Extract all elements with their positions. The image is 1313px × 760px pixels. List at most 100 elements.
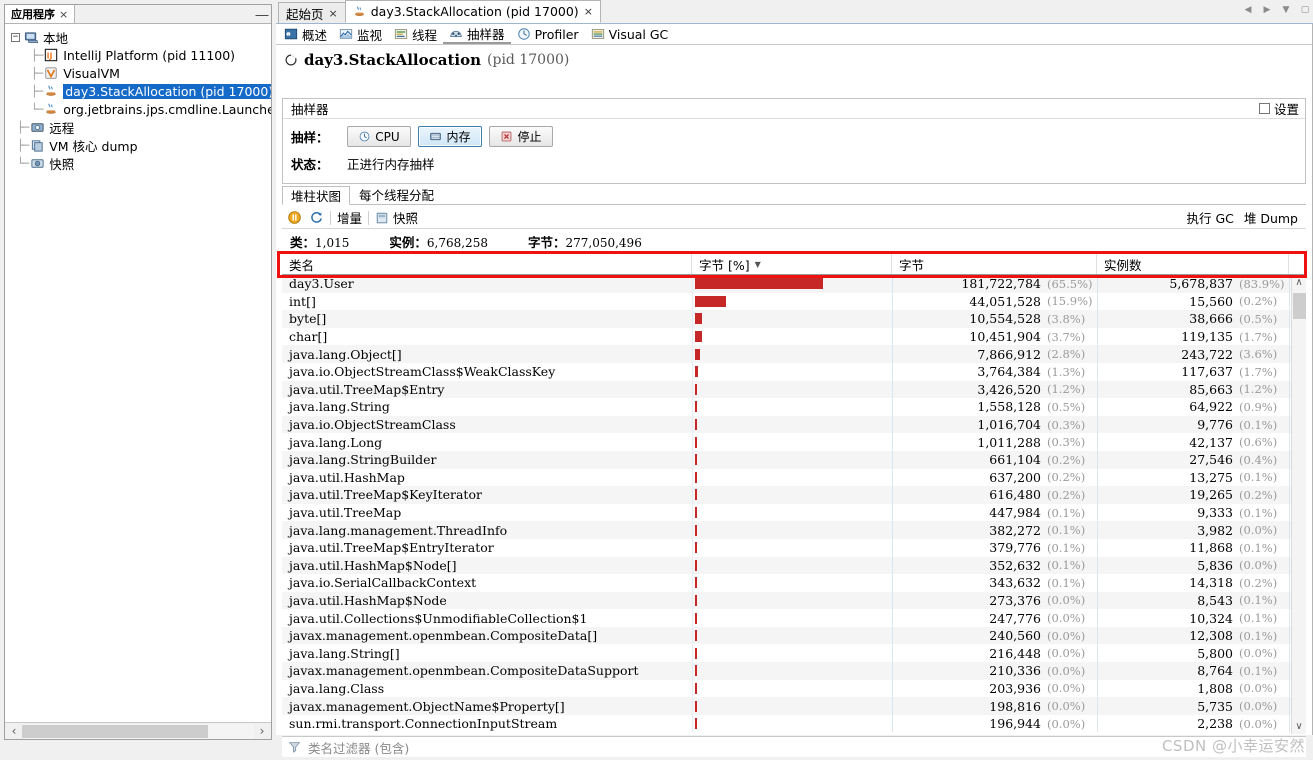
close-icon[interactable]: ×: [584, 5, 593, 18]
scrollbar-track[interactable]: [1292, 290, 1307, 719]
table-row[interactable]: java.util.HashMap$Node 273,376 (0.0%) 8,543…: [282, 591, 1291, 610]
tab-threads[interactable]: 线程: [388, 24, 443, 44]
table-row[interactable]: java.lang.management.ThreadInfo 382,272 (0…: [282, 521, 1291, 539]
delta-button[interactable]: 增量: [337, 208, 362, 227]
snapshot-button[interactable]: 快照: [375, 208, 418, 227]
table-row[interactable]: java.lang.String[] 216,448 (0.0%) 5,800 (0.0…: [282, 644, 1291, 663]
table-row[interactable]: java.lang.Object[] 7,866,912 (2.8%) 243,722…: [282, 345, 1291, 363]
sampler-panel: 抽样器 设置 抽样： CPU 内存 停止 状态： 正进行内存抽样: [282, 98, 1306, 184]
column-header-bytes[interactable]: 字节: [892, 254, 1097, 274]
cell-bytes-value: 273,376: [989, 592, 1041, 608]
tree-node-remote[interactable]: ├─ 远程: [5, 118, 271, 136]
table-row[interactable]: java.util.TreeMap 447,984 (0.1%) 9,333 (0.1%…: [282, 503, 1291, 522]
java-icon: [43, 101, 59, 117]
tab-sampler[interactable]: 抽样器: [443, 24, 511, 44]
tree-node-stackallocation[interactable]: ├─ day3.StackAllocation (pid 17000): [5, 82, 271, 100]
column-header-classname[interactable]: 类名: [282, 254, 692, 274]
tree-node-intellij[interactable]: ├─ IJ IntelliJ Platform (pid 11100): [5, 46, 271, 64]
scrollbar-thumb[interactable]: [22, 724, 208, 738]
table-row[interactable]: char[] 10,451,904 (3.7%) 119,135 (1.7%): [282, 327, 1291, 346]
prev-tab-icon[interactable]: ◀: [1242, 3, 1254, 17]
table-row[interactable]: java.util.TreeMap$EntryIterator 379,776 (0…: [282, 538, 1291, 557]
table-row[interactable]: javax.management.openmbean.CompositeData…: [282, 662, 1291, 680]
table-row[interactable]: java.io.ObjectStreamClass 1,016,704 (0.3%)…: [282, 415, 1291, 434]
table-row[interactable]: javax.management.openmbean.CompositeData…: [282, 626, 1291, 645]
tab-per-thread-allocation[interactable]: 每个线程分配: [350, 185, 443, 204]
tree-node-coredump[interactable]: ├─ VM 核心 dump: [5, 136, 271, 154]
scroll-right-icon[interactable]: ›: [254, 724, 270, 739]
pause-icon[interactable]: [286, 210, 302, 226]
table-row[interactable]: java.lang.StringBuilder 661,104 (0.2%) 27,5…: [282, 450, 1291, 469]
scrollbar-thumb[interactable]: [1292, 293, 1306, 319]
table-row[interactable]: int[] 44,051,528 (15.9%) 15,560 (0.2%): [282, 292, 1291, 311]
doc-tab-stackallocation[interactable]: day3.StackAllocation (pid 17000) ×: [344, 0, 601, 23]
tree-node-launcher[interactable]: └─ org.jetbrains.jps.cmdline.Launcher: [5, 100, 271, 118]
memory-button[interactable]: 内存: [418, 126, 482, 147]
scroll-left-icon[interactable]: ‹: [6, 724, 22, 739]
cell-classname: javax.management.ObjectName$Property[]: [289, 698, 565, 714]
expander-icon[interactable]: −: [11, 32, 20, 42]
applications-horizontal-scrollbar[interactable]: ‹ ›: [5, 722, 271, 739]
tree-node-snapshots[interactable]: └─ 快照: [5, 154, 271, 172]
instances-label: 实例：: [389, 235, 427, 250]
table-row[interactable]: java.lang.String 1,558,128 (0.5%) 64,922 (0.…: [282, 398, 1291, 416]
cell-bytes-percent: (3.8%): [1047, 311, 1086, 326]
table-row[interactable]: java.lang.Class 203,936 (0.0%) 1,808 (0.0%): [282, 679, 1291, 698]
table-row[interactable]: java.io.SerialCallbackContext 343,632 (0.1…: [282, 574, 1291, 592]
next-tab-icon[interactable]: ▶: [1261, 3, 1273, 17]
cell-bytes-value: 661,104: [989, 452, 1041, 468]
visualgc-icon: [591, 27, 605, 41]
tab-threads-label: 线程: [412, 27, 438, 43]
tree-node-visualvm[interactable]: ├─ VisualVM: [5, 64, 271, 82]
tab-visualgc[interactable]: Visual GC: [585, 24, 675, 44]
chevron-down-icon[interactable]: ▼: [1280, 3, 1292, 17]
table-row[interactable]: byte[] 10,554,528 (3.8%) 38,666 (0.5%): [282, 310, 1291, 328]
table-row[interactable]: java.util.HashMap$Node[] 352,632 (0.1%) 5,8…: [282, 556, 1291, 575]
table-row[interactable]: sun.rmi.transport.ConnectionInputStream 1…: [282, 714, 1291, 733]
scroll-down-icon[interactable]: ∨: [1292, 719, 1307, 734]
cell-bytes: 352,632 (0.1%): [892, 556, 1097, 575]
minimize-icon[interactable]: —: [253, 5, 271, 23]
maximize-icon[interactable]: ▢: [1299, 3, 1311, 17]
class-name-filter[interactable]: 类名过滤器 (包含): [282, 736, 1306, 757]
cell-bytes-value: 382,272: [989, 522, 1041, 538]
table-vertical-scrollbar[interactable]: ∧ ∨: [1291, 275, 1306, 734]
table-row[interactable]: day3.User 181,722,784 (65.5%) 5,678,837 (83.…: [282, 275, 1291, 293]
cpu-button[interactable]: CPU: [347, 126, 411, 147]
tab-overview[interactable]: i 概述: [278, 24, 333, 44]
applications-tree[interactable]: − 本地 ├─ IJ IntelliJ Platform (pid 11100)…: [5, 24, 271, 722]
page-title-name: day3.StackAllocation: [304, 51, 482, 69]
table-row[interactable]: java.util.HashMap 637,200 (0.2%) 13,275 (0.1…: [282, 468, 1291, 487]
tree-node-local[interactable]: − 本地: [5, 28, 271, 46]
doc-tab-startpage[interactable]: 起始页 ×: [278, 2, 346, 23]
checkbox-icon[interactable]: [1258, 103, 1270, 114]
cell-classname: java.lang.StringBuilder: [289, 452, 437, 468]
filter-input[interactable]: 类名过滤器 (包含): [308, 738, 409, 757]
tab-heap-histogram[interactable]: 堆柱状图: [282, 186, 351, 205]
table-body[interactable]: day3.User 181,722,784 (65.5%) 5,678,837 (83.…: [282, 275, 1291, 734]
scroll-up-icon[interactable]: ∧: [1292, 275, 1307, 290]
cell-bytes: 44,051,528 (15.9%): [892, 292, 1097, 311]
perform-gc-button[interactable]: 执行 GC: [1186, 208, 1233, 227]
cell-classname: java.util.HashMap$Node: [289, 592, 447, 608]
stop-button[interactable]: 停止: [489, 126, 553, 147]
tab-monitor[interactable]: 监视: [333, 24, 388, 44]
table-row[interactable]: javax.management.ObjectName$Property[] 19…: [282, 697, 1291, 715]
tab-applications[interactable]: 应用程序 ×: [5, 5, 76, 23]
refresh-icon[interactable]: [308, 210, 324, 226]
column-header-bytes-pct[interactable]: 字节 [%] ▼: [692, 254, 892, 274]
computer-icon: [23, 29, 39, 45]
table-row[interactable]: java.util.Collections$UnmodifiableCollec…: [282, 609, 1291, 627]
heap-dump-button[interactable]: 堆 Dump: [1244, 208, 1298, 227]
close-icon[interactable]: ×: [59, 8, 68, 21]
column-header-instances[interactable]: 实例数: [1097, 254, 1289, 274]
scrollbar-track[interactable]: [22, 723, 254, 739]
tab-profiler[interactable]: Profiler: [511, 24, 585, 44]
table-row[interactable]: java.util.TreeMap$Entry 3,426,520 (1.2%) 85…: [282, 380, 1291, 399]
cell-bytes-value: 210,336: [989, 663, 1041, 679]
table-row[interactable]: java.util.TreeMap$KeyIterator 616,480 (0.2…: [282, 486, 1291, 504]
close-icon[interactable]: ×: [329, 7, 338, 20]
settings-checkbox[interactable]: 设置: [1258, 99, 1299, 118]
table-row[interactable]: java.lang.Long 1,011,288 (0.3%) 42,137 (0.6%…: [282, 433, 1291, 451]
table-row[interactable]: java.io.ObjectStreamClass$WeakClassKey 3,…: [282, 362, 1291, 381]
